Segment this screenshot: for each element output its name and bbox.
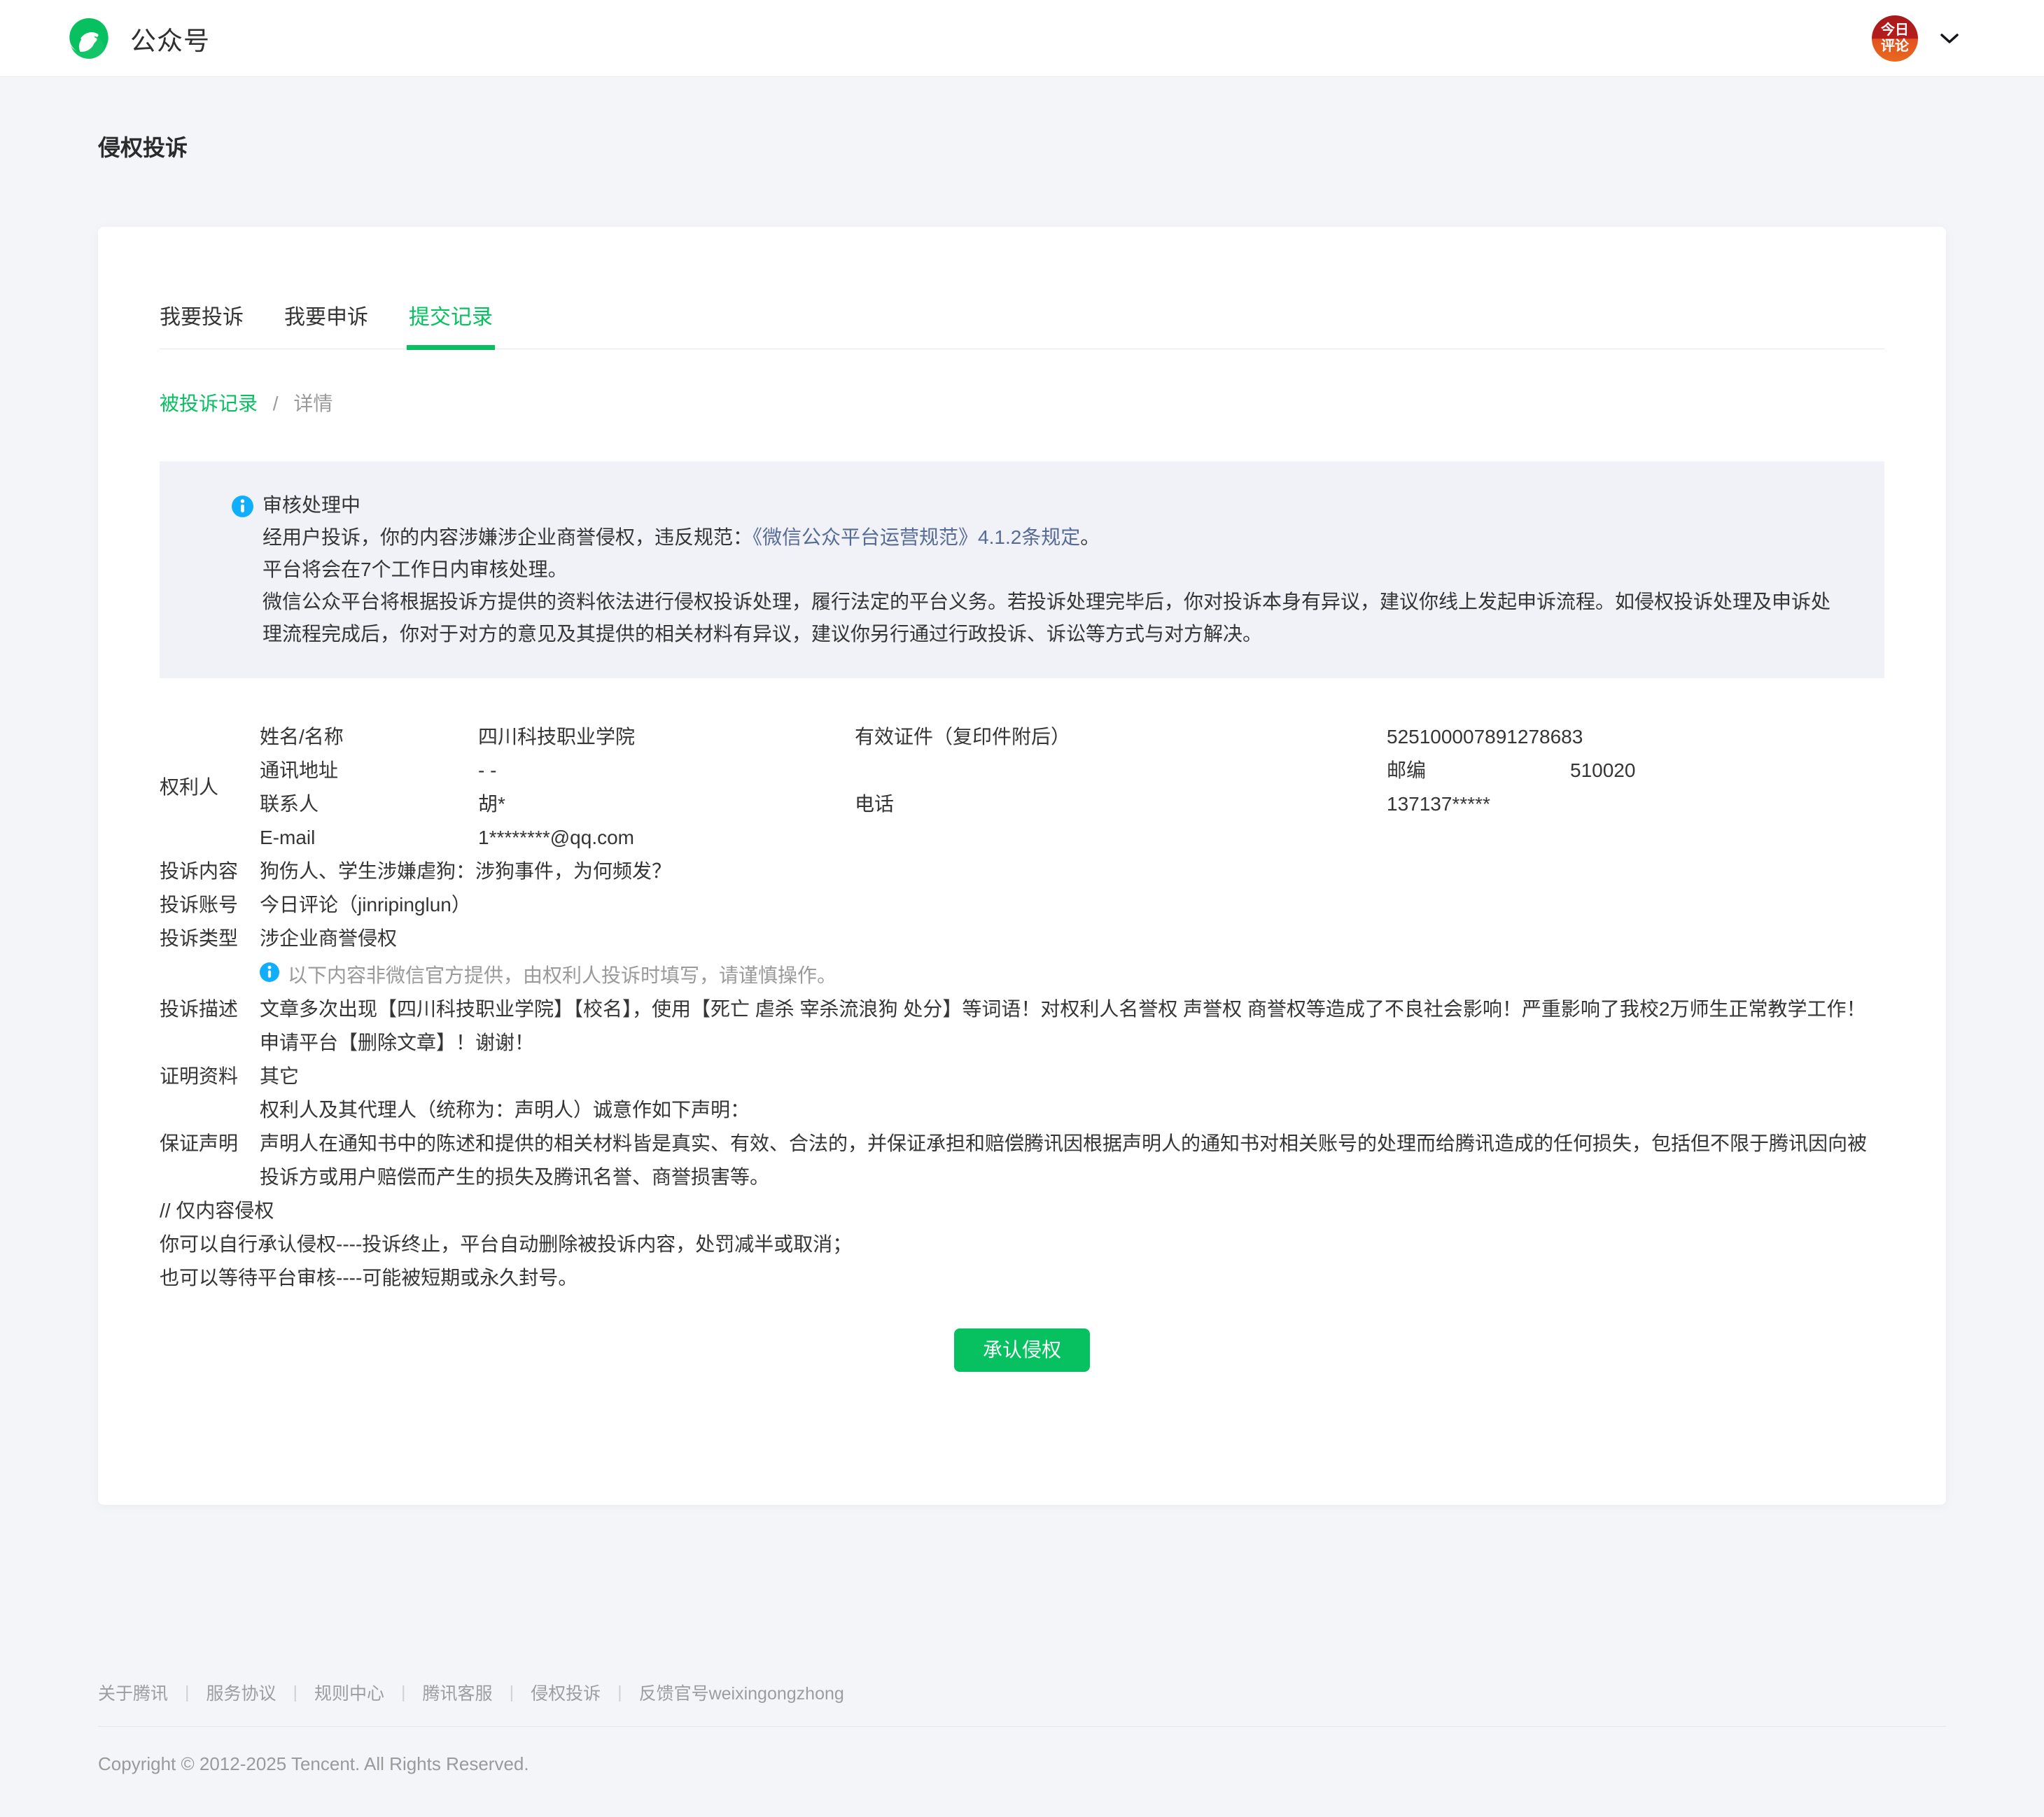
complaint-detail-card: 我要投诉 我要申诉 提交记录 被投诉记录 / 详情 审核处理中 经用户投诉，你的…: [98, 227, 1946, 1505]
action-area: 承认侵权: [160, 1328, 1884, 1372]
footer-link-about-tencent[interactable]: 关于腾讯: [98, 1680, 168, 1705]
complaint-description-label: 投诉描述: [160, 992, 260, 1060]
complaint-type-value: 涉企业商誉侵权: [260, 922, 1884, 955]
footer-separator: |: [617, 1683, 622, 1703]
complaint-content-row: 投诉内容 狗伤人、学生涉嫌虐狗：涉狗事件，为何频发？: [160, 855, 1884, 888]
tab-i-want-to-complain[interactable]: 我要投诉: [160, 300, 244, 349]
platform-rules-link[interactable]: 《微信公众平台运营规范》4.1.2条规定: [752, 526, 1080, 548]
evidence-row: 证明资料 其它: [160, 1060, 1884, 1093]
footer-link-service-agreement[interactable]: 服务协议: [206, 1680, 276, 1705]
evidence-value: 其它: [260, 1060, 1884, 1093]
notice-legal-process-line: 微信公众平台将根据投诉方提供的资料依法进行侵权投诉处理，履行法定的平台义务。若投…: [262, 586, 1842, 650]
complaint-description-row: 投诉描述 文章多次出现【四川科技职业学院】【校名】，使用【死亡 虐杀 宰杀流浪狗…: [160, 992, 1884, 1060]
complaint-type-label: 投诉类型: [160, 922, 260, 955]
notice-review-period-line: 平台将会在7个工作日内审核处理。: [262, 554, 1842, 586]
footer-link-tencent-support[interactable]: 腾讯客服: [423, 1680, 493, 1705]
rights-holder-section: 权利人 姓名/名称 四川科技职业学院 有效证件（复印件附后） 525100007…: [160, 720, 1884, 855]
breadcrumb-complained-records-link[interactable]: 被投诉记录: [160, 393, 258, 414]
name-value: 四川科技职业学院: [478, 720, 855, 754]
notice-violation-suffix: 。: [1080, 526, 1100, 548]
footer-separator: |: [293, 1683, 298, 1703]
zip-value: 510020: [1570, 754, 1635, 787]
admit-infringement-button[interactable]: 承认侵权: [954, 1328, 1090, 1372]
declaration-label: 保证声明: [160, 1093, 260, 1194]
page-title: 侵权投诉: [98, 130, 2044, 162]
breadcrumb: 被投诉记录 / 详情: [160, 388, 1884, 416]
complaint-description-value: 文章多次出现【四川科技职业学院】【校名】，使用【死亡 虐杀 宰杀流浪狗 处分】等…: [260, 992, 1884, 1060]
complaint-details: 权利人 姓名/名称 四川科技职业学院 有效证件（复印件附后） 525100007…: [160, 720, 1884, 1295]
non-official-note-row: 以下内容非微信官方提供，由权利人投诉时填写，请谨慎操作。: [160, 955, 1884, 992]
declaration-intro: 权利人及其代理人（统称为：声明人）诚意作如下声明：: [260, 1093, 1884, 1127]
review-status-notice: 审核处理中 经用户投诉，你的内容涉嫌涉企业商誉侵权，违反规范：《微信公众平台运营…: [160, 461, 1884, 678]
zip-label: 邮编: [1387, 754, 1570, 787]
avatar-text-line2: 评论: [1881, 38, 1909, 55]
option-admit-line: 你可以自行承认侵权----投诉终止，平台自动删除被投诉内容，处罚减半或取消；: [160, 1228, 1884, 1261]
declaration-row: 保证声明 权利人及其代理人（统称为：声明人）诚意作如下声明： 声明人在通知书中的…: [160, 1093, 1884, 1194]
brand-home-link[interactable]: 公众号: [66, 15, 210, 62]
tab-bar: 我要投诉 我要申诉 提交记录: [160, 300, 1884, 349]
review-status-title: 审核处理中: [262, 489, 1842, 521]
top-header: 公众号 今日 评论: [0, 0, 2044, 77]
zip-pair: 邮编 510020: [1387, 754, 1884, 787]
footer-link-infringement-complaint[interactable]: 侵权投诉: [531, 1680, 601, 1705]
option-wait-line: 也可以等待平台审核----可能被短期或永久封号。: [160, 1261, 1884, 1295]
rights-holder-group-label: 权利人: [160, 771, 260, 804]
certificate-label: 有效证件（复印件附后）: [855, 720, 1387, 754]
chevron-down-icon[interactable]: [1939, 31, 1960, 45]
evidence-label: 证明资料: [160, 1060, 260, 1093]
page-footer: 关于腾讯 | 服务协议 | 规则中心 | 腾讯客服 | 侵权投诉 | 反馈官号w…: [98, 1680, 1946, 1817]
notice-violation-line: 经用户投诉，你的内容涉嫌涉企业商誉侵权，违反规范：《微信公众平台运营规范》4.1…: [262, 521, 1842, 554]
empty-cell: [1387, 821, 1884, 855]
tab-submission-records[interactable]: 提交记录: [409, 300, 493, 349]
footer-separator: |: [185, 1683, 190, 1703]
complaint-account-label: 投诉账号: [160, 888, 260, 922]
info-icon: [232, 495, 253, 517]
non-official-note: 以下内容非微信官方提供，由权利人投诉时填写，请谨慎操作。: [260, 955, 1884, 992]
info-icon: [260, 955, 279, 989]
complaint-type-row: 投诉类型 涉企业商誉侵权: [160, 922, 1884, 955]
tab-i-want-to-appeal[interactable]: 我要申诉: [284, 300, 368, 349]
non-official-note-text: 以下内容非微信官方提供，由权利人投诉时填写，请谨慎操作。: [288, 964, 836, 986]
copyright-text: Copyright © 2012-2025 Tencent. All Right…: [98, 1753, 1946, 1817]
notice-violation-prefix: 经用户投诉，你的内容涉嫌涉企业商誉侵权，违反规范：: [262, 526, 752, 548]
option-comment-line: // 仅内容侵权: [160, 1194, 1884, 1228]
wechat-official-account-logo-icon: [66, 15, 112, 62]
avatar-text-line1: 今日: [1881, 22, 1909, 38]
breadcrumb-separator: /: [273, 393, 279, 414]
email-label: E-mail: [260, 821, 478, 855]
contact-value: 胡*: [478, 787, 855, 821]
complaint-content-value: 狗伤人、学生涉嫌虐狗：涉狗事件，为何频发？: [260, 855, 1884, 888]
declaration-value: 权利人及其代理人（统称为：声明人）诚意作如下声明： 声明人在通知书中的陈述和提供…: [260, 1093, 1884, 1194]
brand-name: 公众号: [130, 20, 210, 57]
footer-divider: [98, 1726, 1946, 1727]
empty-cell: [855, 821, 1387, 855]
footer-links: 关于腾讯 | 服务协议 | 规则中心 | 腾讯客服 | 侵权投诉 | 反馈官号w…: [98, 1680, 1946, 1705]
certificate-value: 525100007891278683: [1387, 720, 1884, 754]
footer-separator: |: [510, 1683, 514, 1703]
contact-label: 联系人: [260, 787, 478, 821]
complaint-content-label: 投诉内容: [160, 855, 260, 888]
phone-value: 137137*****: [1387, 787, 1884, 821]
address-label: 通讯地址: [260, 754, 478, 787]
account-avatar[interactable]: 今日 评论: [1872, 15, 1918, 62]
footer-separator: |: [401, 1683, 406, 1703]
breadcrumb-current-detail: 详情: [293, 393, 332, 414]
empty-cell: [855, 754, 1387, 787]
declaration-body: 声明人在通知书中的陈述和提供的相关材料皆是真实、有效、合法的，并保证承担和赔偿腾…: [260, 1127, 1884, 1194]
complaint-account-value: 今日评论（jinripinglun）: [260, 888, 1884, 922]
phone-label: 电话: [855, 787, 1387, 821]
complaint-account-row: 投诉账号 今日评论（jinripinglun）: [160, 888, 1884, 922]
name-label: 姓名/名称: [260, 720, 478, 754]
footer-link-feedback-account[interactable]: 反馈官号weixingongzhong: [639, 1680, 844, 1705]
address-value: - -: [478, 754, 855, 787]
footer-link-rules-center[interactable]: 规则中心: [314, 1680, 384, 1705]
email-value: 1********@qq.com: [478, 821, 855, 855]
